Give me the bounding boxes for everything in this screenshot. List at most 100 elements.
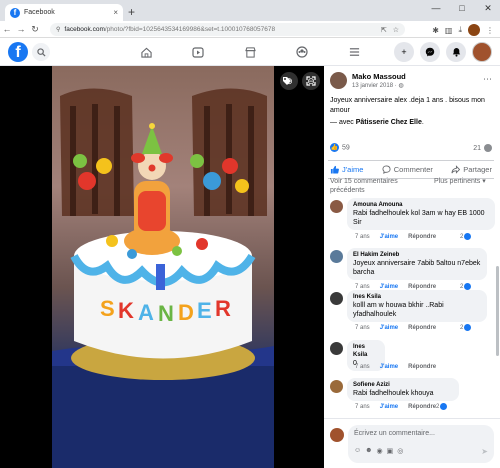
comment-time[interactable]: 7 ans: [355, 404, 370, 410]
comment-time[interactable]: 7 ans: [355, 325, 370, 331]
comment-button[interactable]: Commenter: [382, 165, 433, 174]
notifications-bell-icon[interactable]: [446, 42, 466, 62]
reload-icon[interactable]: ↻: [28, 24, 42, 35]
minimize-button[interactable]: —: [430, 3, 442, 14]
close-window-button[interactable]: ✕: [482, 3, 494, 14]
comment-meta: 7 ans J'aime Répondre: [355, 404, 436, 410]
comment-like-button[interactable]: J'aime: [380, 325, 398, 331]
author-name[interactable]: Mako Massoud: [352, 72, 406, 81]
comment-meta: 7 ans J'aime Répondre: [355, 364, 436, 370]
marketplace-icon[interactable]: [224, 42, 276, 62]
sticker-icon[interactable]: ☺: [354, 447, 361, 455]
messenger-icon[interactable]: [420, 42, 440, 62]
commenter-name[interactable]: Amouna Amouna: [353, 201, 489, 209]
tag-icon[interactable]: [278, 72, 296, 90]
globe-icon: ◍: [398, 83, 404, 89]
like-button[interactable]: J'aime: [330, 165, 363, 174]
emoji-icon[interactable]: ☻: [365, 447, 372, 455]
new-tab-button[interactable]: +: [128, 5, 135, 19]
page-link[interactable]: Pâtisserie Chez Elle: [356, 119, 422, 126]
comment-time[interactable]: 7 ans: [355, 364, 370, 370]
groups-icon[interactable]: [276, 42, 328, 62]
like-reaction-icon: [464, 324, 472, 331]
tab-close-icon[interactable]: ×: [113, 8, 118, 17]
fullscreen-icon[interactable]: [302, 72, 320, 90]
download-icon[interactable]: ⤓: [458, 25, 462, 35]
address-bar[interactable]: ⚲ facebook.com/photo/?fbid=1025643534169…: [50, 23, 405, 36]
forward-icon[interactable]: →: [14, 24, 28, 34]
commenter-avatar[interactable]: [330, 292, 343, 305]
comments-scrollbar[interactable]: [496, 266, 499, 356]
commenter-avatar[interactable]: [330, 342, 343, 355]
comment-text: Rabi fadhelhoulek kol 3am w hay EB 1000 …: [353, 210, 485, 226]
bookmark-star-icon[interactable]: ☆: [393, 26, 399, 34]
gif-icon[interactable]: ▣: [387, 447, 394, 455]
commenter-name[interactable]: Sofiene Azizi: [353, 381, 453, 389]
comment-time[interactable]: 7 ans: [355, 234, 370, 240]
send-icon[interactable]: ➤: [481, 447, 488, 456]
comment-like-button[interactable]: J'aime: [380, 364, 398, 370]
like-reaction-icon: [464, 283, 472, 290]
comment-reply-button[interactable]: Répondre: [408, 234, 436, 240]
comment-reply-button[interactable]: Répondre: [408, 325, 436, 331]
comment-reaction-count[interactable]: 2: [460, 233, 472, 240]
photo-viewer: S K A N D E R ⊖: [0, 66, 324, 468]
main-nav: [120, 42, 380, 62]
facebook-logo[interactable]: f: [8, 42, 28, 62]
comment-reaction-count[interactable]: 2: [460, 283, 472, 290]
camera-icon[interactable]: ◉: [377, 447, 383, 455]
comment-input[interactable]: Écrivez un commentaire... ☺ ☻ ◉ ▣ ◎ ➤: [348, 425, 494, 463]
commenter-name[interactable]: Ines Ksila: [353, 293, 481, 301]
cake-image: S K A N D E R: [52, 88, 274, 468]
menu-icon[interactable]: [328, 42, 380, 62]
tab-title: Facebook: [24, 9, 55, 16]
sidebar-icon[interactable]: ▥: [445, 26, 453, 35]
commenter-avatar[interactable]: [330, 380, 343, 393]
shares-count[interactable]: 21: [473, 143, 492, 152]
extensions-icon[interactable]: ✱: [432, 26, 439, 35]
current-user-avatar[interactable]: [330, 428, 344, 442]
cake-photo[interactable]: S K A N D E R: [52, 66, 274, 468]
commenter-avatar[interactable]: [330, 200, 343, 213]
post-header: Mako Massoud 13 janvier 2018 · ◍: [330, 72, 406, 89]
home-icon[interactable]: [120, 42, 172, 62]
profile-avatar[interactable]: [472, 42, 492, 62]
back-icon[interactable]: ←: [0, 24, 14, 34]
comment-reaction-count[interactable]: 2: [436, 403, 448, 410]
comment-bubble: El Hakim Zeineb Joyeux anniversaire 7abi…: [347, 248, 487, 280]
comment-like-button[interactable]: J'aime: [380, 404, 398, 410]
post-more-options-icon[interactable]: ⋯: [483, 74, 492, 85]
author-avatar[interactable]: [330, 72, 347, 89]
video-icon[interactable]: [172, 42, 224, 62]
comment-reply-button[interactable]: Répondre: [408, 404, 436, 410]
comment-like-button[interactable]: J'aime: [380, 234, 398, 240]
browser-tab[interactable]: f Facebook ×: [5, 4, 123, 21]
commenter-name[interactable]: Ines Ksila: [353, 343, 379, 359]
avatar-sticker-icon[interactable]: ◎: [397, 447, 403, 455]
commenter-avatar[interactable]: [330, 250, 343, 263]
create-plus-icon[interactable]: +: [394, 42, 414, 62]
svg-text:S: S: [100, 296, 115, 321]
comment-reaction-count[interactable]: 2: [460, 324, 472, 331]
like-badge-icon: 👍: [330, 143, 339, 152]
site-info-icon[interactable]: ⚲: [56, 26, 60, 33]
install-icon[interactable]: ⇱: [381, 26, 387, 34]
maximize-button[interactable]: □: [456, 3, 468, 14]
like-label: J'aime: [342, 165, 364, 174]
comment-reply-button[interactable]: Répondre: [408, 364, 436, 370]
post-text: Joyeux anniversaire alex .deja 1 ans . b…: [330, 97, 485, 114]
chrome-menu-icon[interactable]: ⋮: [486, 26, 494, 35]
svg-text:N: N: [158, 301, 174, 326]
reaction-stats: 👍 59 21: [330, 143, 492, 152]
commenter-name[interactable]: El Hakim Zeineb: [353, 251, 481, 259]
comment-sort-dropdown[interactable]: Plus pertinents ▾: [434, 177, 494, 195]
share-button[interactable]: Partager: [451, 165, 492, 174]
search-icon[interactable]: [32, 43, 50, 61]
likes-count[interactable]: 👍 59: [330, 143, 350, 152]
like-reaction-icon: [464, 233, 472, 240]
composer-tools: ☺ ☻ ◉ ▣ ◎: [354, 447, 403, 455]
view-previous-comments-link[interactable]: Voir 15 commentaires précédents: [330, 177, 426, 195]
browser-tab-strip: f Facebook × + — □ ✕: [0, 0, 500, 21]
facebook-favicon-icon: f: [10, 7, 20, 18]
browser-profile-avatar[interactable]: [468, 24, 480, 36]
